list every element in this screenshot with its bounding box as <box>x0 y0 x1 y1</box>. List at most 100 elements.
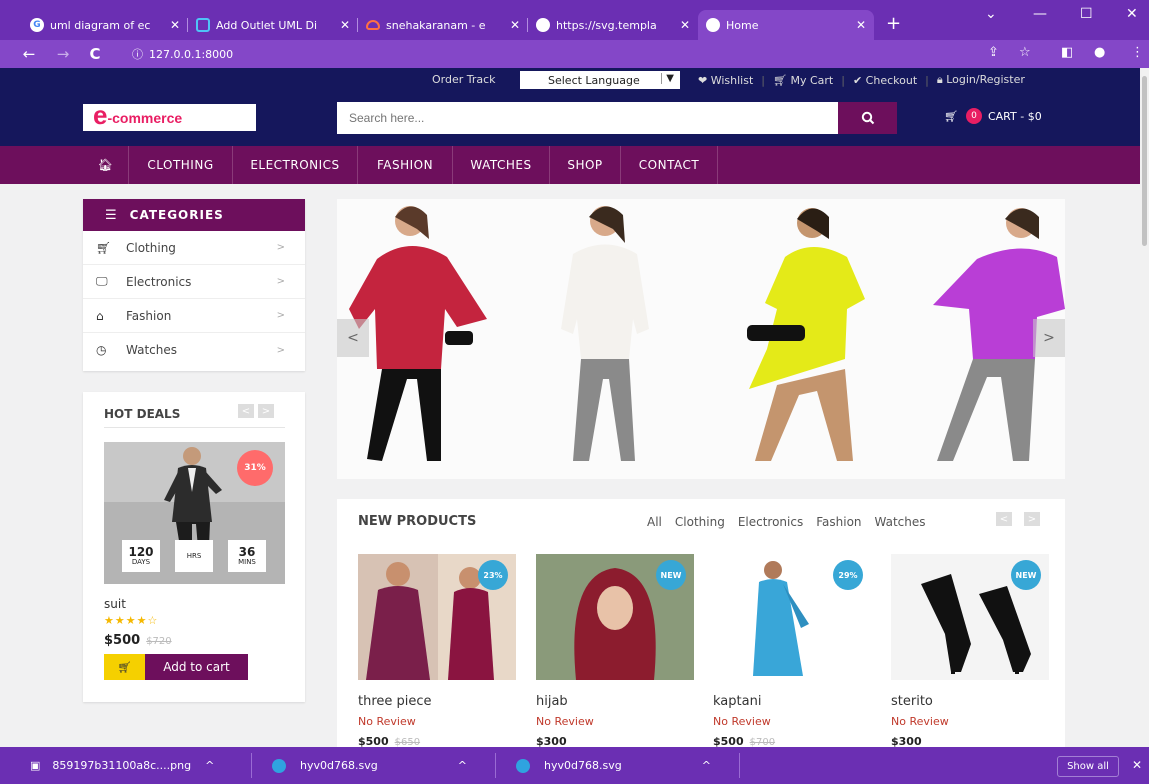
page-scrollbar[interactable] <box>1140 68 1149 747</box>
product-image[interactable]: 29% <box>713 554 871 680</box>
shop-icon: ⌂ <box>96 308 104 323</box>
browser-tab[interactable]: https://svg.templa ✕ <box>528 10 698 40</box>
category-item-fashion[interactable]: ⌂ Fashion > <box>83 299 305 333</box>
chevron-right-icon: > <box>276 344 285 356</box>
product-card[interactable]: 29% kaptani No Review $500 $700 <box>713 554 871 748</box>
maximize-icon[interactable]: ☐ <box>1080 6 1093 22</box>
browser-tab-active[interactable]: Home ✕ <box>698 10 874 40</box>
nav-clothing[interactable]: CLOTHING <box>129 146 233 184</box>
close-icon[interactable]: ✕ <box>170 18 180 32</box>
nav-shop[interactable]: SHOP <box>550 146 621 184</box>
account-links: ❤ Wishlist | 🛒︎ My Cart | ✔ Checkout | 🔒… <box>698 73 1025 87</box>
chevron-up-icon[interactable]: ^ <box>458 759 467 772</box>
product-image[interactable]: NEW <box>891 554 1049 680</box>
product-name[interactable]: hijab <box>536 694 694 709</box>
hero-slider[interactable]: < > <box>337 199 1065 479</box>
lock-icon: 🔒︎ <box>936 73 947 86</box>
cart-icon: 🛒︎ <box>96 240 112 255</box>
checkout-link[interactable]: ✔ Checkout <box>853 74 917 87</box>
language-select[interactable]: Select Language ▼ <box>520 71 680 89</box>
category-item-clothing[interactable]: 🛒︎ Clothing > <box>83 231 305 265</box>
nav-fashion[interactable]: FASHION <box>358 146 453 184</box>
minimize-icon[interactable]: — <box>1033 6 1047 22</box>
add-to-cart-button[interactable]: 🛒︎ Add to cart <box>104 654 248 680</box>
product-image[interactable]: 23% <box>358 554 516 680</box>
home-icon: 🏠︎ <box>97 158 114 172</box>
download-item[interactable]: hyv0d768.svg ^ <box>252 747 496 784</box>
share-icon[interactable]: ⇪ <box>988 45 999 60</box>
chevron-up-icon[interactable]: ^ <box>205 759 214 772</box>
tab-electronics[interactable]: Electronics <box>738 515 803 529</box>
window-close-icon[interactable]: ✕ <box>1126 6 1138 22</box>
menu-kebab-icon[interactable]: ⋮ <box>1131 45 1144 60</box>
next-arrow-icon[interactable]: > <box>1024 512 1040 526</box>
countdown-days: 120 DAYS <box>122 540 160 572</box>
close-icon[interactable]: ✕ <box>1132 758 1142 772</box>
discount-badge: 31% <box>237 450 273 486</box>
browser-tab[interactable]: snehakaranam - e ✕ <box>358 10 528 40</box>
tab-clothing[interactable]: Clothing <box>675 515 725 529</box>
hot-deals-title: HOT DEALS <box>104 407 181 421</box>
chevron-right-icon: > <box>276 310 285 321</box>
download-item[interactable]: ▣ 859197b31100a8c....png ^ <box>0 747 252 784</box>
main-nav: 🏠︎ CLOTHING ELECTRONICS FASHION WATCHES … <box>0 146 1140 184</box>
product-name[interactable]: kaptani <box>713 694 871 709</box>
product-name[interactable]: sterito <box>891 694 1049 709</box>
hot-deal-image[interactable]: 31% 120 DAYS HRS 36 MINS <box>104 442 285 584</box>
tab-search-icon[interactable]: ⌄ <box>985 6 997 22</box>
profile-icon[interactable]: ● <box>1094 45 1105 60</box>
category-item-watches[interactable]: ◷ Watches > <box>83 333 305 367</box>
close-icon[interactable]: ✕ <box>856 18 866 32</box>
globe-icon <box>536 18 550 32</box>
forward-icon[interactable]: → <box>52 45 74 63</box>
outlet-icon <box>196 18 210 32</box>
nav-electronics[interactable]: ELECTRONICS <box>233 146 358 184</box>
header-cart[interactable]: 🛒︎ 0 CART - $0 <box>944 108 1042 124</box>
order-track-link[interactable]: Order Track <box>432 73 496 86</box>
scrollbar-thumb[interactable] <box>1142 76 1147 246</box>
slider-next-icon[interactable]: > <box>1033 319 1065 357</box>
next-arrow-icon[interactable]: > <box>258 404 274 418</box>
product-card[interactable]: NEW hijab No Review $300 <box>536 554 694 748</box>
back-icon[interactable]: ← <box>18 45 40 63</box>
prev-arrow-icon[interactable]: < <box>238 404 254 418</box>
product-card[interactable]: NEW sterito No Review $300 <box>891 554 1049 748</box>
show-all-button[interactable]: Show all <box>1057 756 1119 777</box>
product-image[interactable]: NEW <box>536 554 694 680</box>
tab-all[interactable]: All <box>647 515 662 529</box>
reload-icon[interactable]: C <box>84 45 106 63</box>
nav-home[interactable]: 🏠︎ <box>83 146 129 184</box>
address-bar[interactable]: ⓘ 127.0.0.1:8000 <box>122 44 982 64</box>
slider-prev-icon[interactable]: < <box>337 319 369 357</box>
wishlist-link[interactable]: ❤ Wishlist <box>698 74 753 87</box>
site-logo[interactable]: e -commerce <box>83 100 256 131</box>
nav-contact[interactable]: CONTACT <box>621 146 718 184</box>
download-item[interactable]: hyv0d768.svg ^ <box>496 747 740 784</box>
google-icon: G <box>30 18 44 32</box>
bookmark-star-icon[interactable]: ☆ <box>1019 45 1031 60</box>
new-tab-button[interactable]: + <box>886 13 901 34</box>
info-icon[interactable]: ⓘ <box>132 46 143 62</box>
login-register-link[interactable]: 🔒︎ Login/Register <box>937 73 1025 87</box>
close-icon[interactable]: ✕ <box>340 18 350 32</box>
close-icon[interactable]: ✕ <box>510 18 520 32</box>
my-cart-link[interactable]: 🛒︎ My Cart <box>773 74 833 87</box>
models-banner-image <box>337 199 1065 479</box>
side-panel-icon[interactable]: ◧ <box>1061 45 1073 60</box>
browser-tab[interactable]: G uml diagram of ec ✕ <box>22 10 188 40</box>
chevron-up-icon[interactable]: ^ <box>702 759 711 772</box>
prev-arrow-icon[interactable]: < <box>996 512 1012 526</box>
nav-watches[interactable]: WATCHES <box>453 146 550 184</box>
search-button[interactable] <box>838 102 897 134</box>
tab-watches[interactable]: Watches <box>875 515 926 529</box>
category-item-electronics[interactable]: 🖵︎ Electronics > <box>83 265 305 299</box>
tab-fashion[interactable]: Fashion <box>816 515 861 529</box>
hot-deal-name[interactable]: suit <box>104 597 126 611</box>
product-card[interactable]: 23% three piece No Review $500 $650 <box>358 554 516 748</box>
close-icon[interactable]: ✕ <box>680 18 690 32</box>
browser-tab[interactable]: Add Outlet UML Di ✕ <box>188 10 358 40</box>
search-input[interactable] <box>337 102 838 134</box>
search-icon <box>861 111 874 125</box>
hamburger-icon: ☰ <box>105 207 118 223</box>
product-name[interactable]: three piece <box>358 694 516 709</box>
